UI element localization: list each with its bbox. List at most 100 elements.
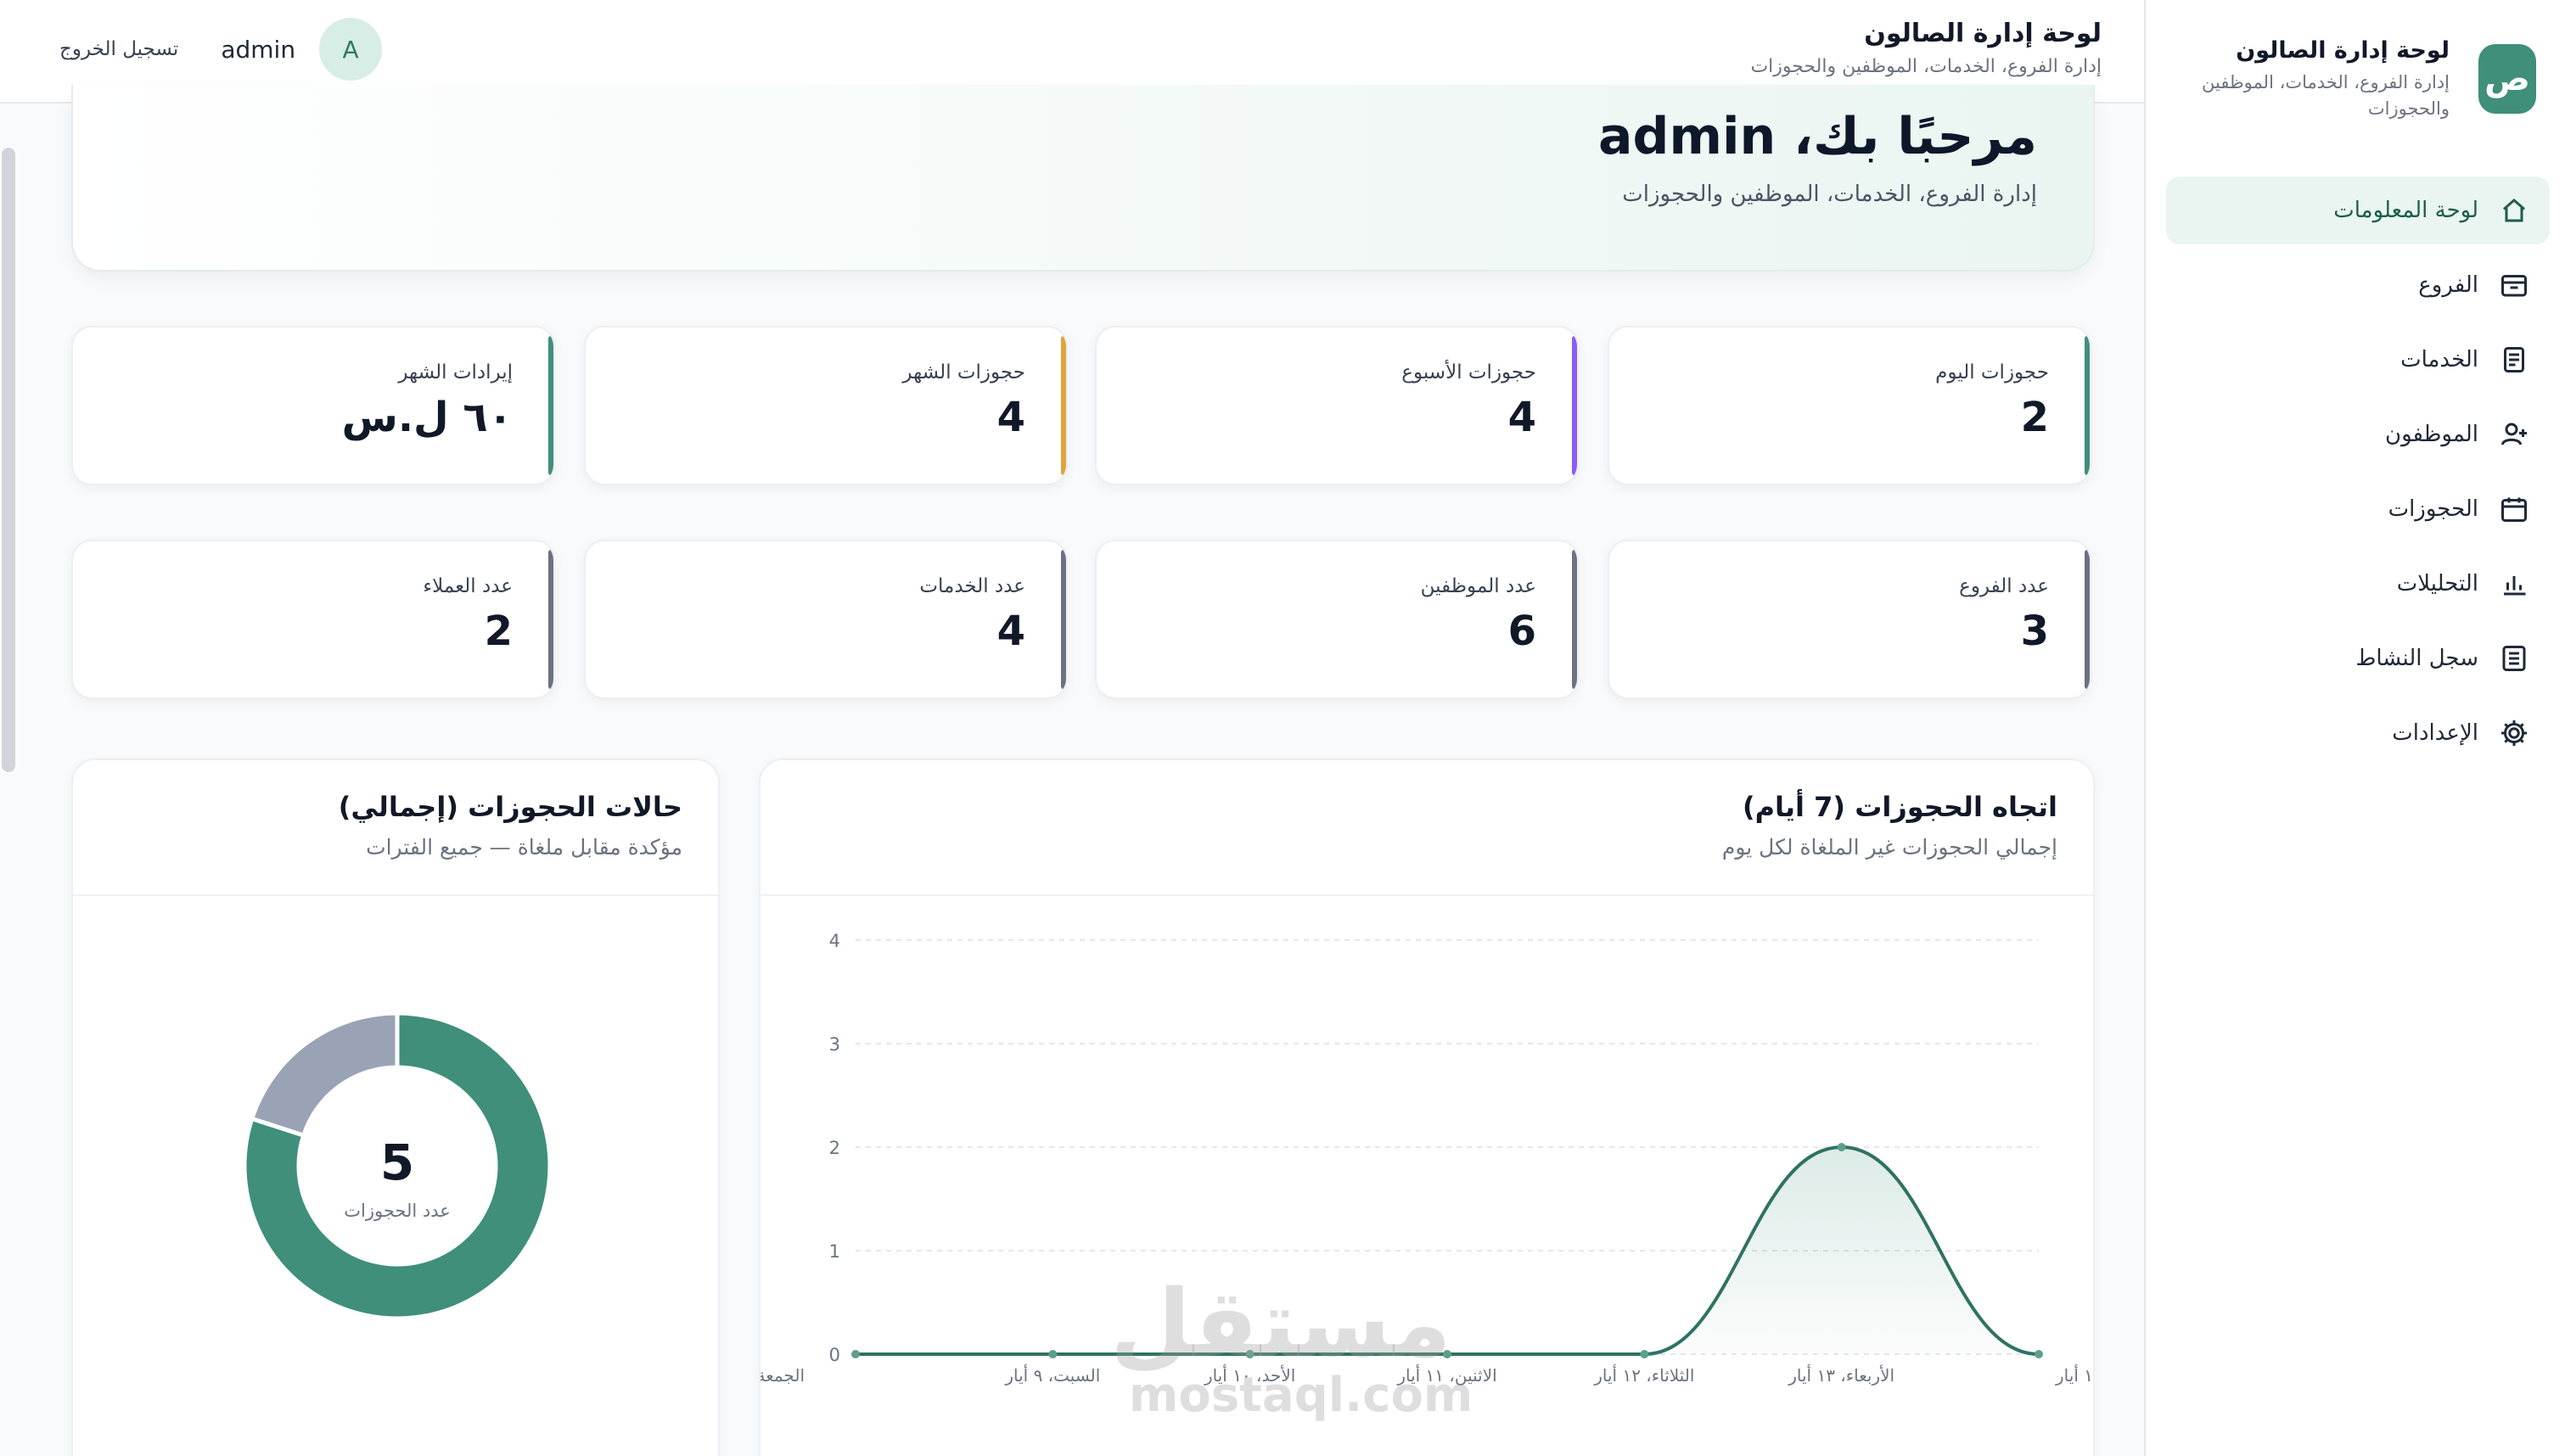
status-subtitle: مؤكدة مقابل ملغاة — جميع الفترات xyxy=(366,835,682,860)
y-tick-label: 2 xyxy=(829,1138,840,1158)
header-subtitle: إدارة الفروع، الخدمات، الموظفين والحجوزا… xyxy=(1750,56,2102,77)
gear-icon xyxy=(2497,716,2531,750)
sidebar-item-label: سجل النشاط xyxy=(2355,646,2478,671)
stat-value: 3 xyxy=(2020,608,2049,655)
stat-value: 4 xyxy=(996,394,1025,441)
sidebar-item-7[interactable]: الإعدادات xyxy=(2166,699,2550,767)
card-accent xyxy=(548,336,553,475)
sidebar-item-0[interactable]: لوحة المعلومات xyxy=(2166,176,2550,244)
bar-chart-icon xyxy=(2497,567,2531,601)
trend-subtitle: إجمالي الحجوزات غير الملغاة لكل يوم xyxy=(1721,835,2057,860)
stat-card: عدد الفروع 3 xyxy=(1608,540,2091,699)
stat-label: حجوزات اليوم xyxy=(1935,361,2049,384)
data-point xyxy=(1837,1143,1846,1151)
data-point xyxy=(851,1350,860,1358)
sidebar-nav: لوحة المعلومات الفروع الخدمات الموظفون الحجو… xyxy=(2166,176,2550,774)
card-accent xyxy=(548,550,553,689)
data-point xyxy=(1245,1350,1254,1358)
logout-button[interactable]: تسجيل الخروج xyxy=(59,38,178,60)
x-tick-label: الخميس، ١٤ أيار xyxy=(2055,1364,2095,1386)
sidebar-item-5[interactable]: التحليلات xyxy=(2166,550,2550,618)
sidebar-item-label: الخدمات xyxy=(2400,347,2478,372)
avatar[interactable]: A xyxy=(319,18,383,81)
sidebar-item-label: الإعدادات xyxy=(2392,720,2478,746)
stat-card: عدد الخدمات 4 xyxy=(584,540,1068,699)
stat-card: عدد الموظفين 6 xyxy=(1095,540,1579,699)
stat-value: 4 xyxy=(996,608,1025,655)
trend-title: اتجاه الحجوزات (7 أيام) xyxy=(1742,791,2057,823)
sidebar-item-3[interactable]: الموظفون xyxy=(2166,400,2550,468)
welcome-title: مرحبًا بك، admin xyxy=(1598,107,2037,166)
data-point xyxy=(1443,1350,1451,1358)
card-accent xyxy=(1061,336,1066,475)
calendar-icon xyxy=(2497,492,2531,526)
card-accent xyxy=(1572,550,1577,689)
list-icon xyxy=(2497,641,2531,675)
stat-label: عدد الفروع xyxy=(1959,575,2049,597)
stat-value: 2 xyxy=(484,608,513,655)
user-plus-icon xyxy=(2497,417,2531,451)
y-tick-label: 4 xyxy=(829,931,840,951)
stat-card: عدد العملاء 2 xyxy=(71,540,555,699)
stat-value: 2 xyxy=(2020,394,2049,441)
document-icon xyxy=(2497,343,2531,377)
card-accent xyxy=(1572,336,1577,475)
x-tick-label: الجمعة، ٨ أيار xyxy=(761,1364,805,1386)
y-tick-label: 0 xyxy=(829,1345,840,1365)
card-accent xyxy=(2085,336,2090,475)
stat-label: إيرادات الشهر xyxy=(398,361,513,384)
data-point xyxy=(1048,1350,1058,1358)
stat-label: عدد العملاء xyxy=(423,575,513,597)
stat-label: عدد الموظفين xyxy=(1420,575,1536,597)
stat-value: ٦٠ ل.س xyxy=(341,394,513,441)
home-icon xyxy=(2497,193,2531,227)
status-panel: حالات الحجوزات (إجمالي) مؤكدة مقابل ملغا… xyxy=(71,759,720,1456)
sidebar: ص لوحة إدارة الصالون إدارة الفروع، الخدم… xyxy=(2144,0,2565,1456)
sidebar-item-4[interactable]: الحجوزات xyxy=(2166,475,2550,543)
sidebar-item-1[interactable]: الفروع xyxy=(2166,251,2550,319)
status-donut-chart: 5 عدد الحجوزات xyxy=(242,1011,553,1321)
trend-panel-header: اتجاه الحجوزات (7 أيام) إجمالي الحجوزات … xyxy=(761,760,2093,896)
x-tick-label: الأربعاء، ١٣ أيار xyxy=(1788,1364,1894,1386)
card-accent xyxy=(1061,550,1066,689)
user-area: تسجيل الخروج admin A xyxy=(59,17,383,81)
donut-slice[interactable] xyxy=(249,1011,400,1139)
stat-card: إيرادات الشهر ٦٠ ل.س xyxy=(71,326,555,485)
donut-center-value: 5 xyxy=(380,1134,414,1191)
brand-title: لوحة إدارة الصالون xyxy=(2236,37,2450,64)
stat-value: 4 xyxy=(1507,394,1536,441)
y-tick-label: 3 xyxy=(829,1034,840,1055)
trend-panel: اتجاه الحجوزات (7 أيام) إجمالي الحجوزات … xyxy=(759,759,2095,1456)
sidebar-item-label: الحجوزات xyxy=(2388,496,2478,522)
sidebar-item-2[interactable]: الخدمات xyxy=(2166,326,2550,394)
donut-center-label: عدد الحجوزات xyxy=(344,1201,451,1221)
trend-chart: 0 1 2 3 4 الجمعة، ٨ أيار السبت، ٩ أيار الأحد، ١… xyxy=(761,931,2095,1386)
brand-subtitle: إدارة الفروع، الخدمات، الموظفين والحجوزا… xyxy=(2202,72,2450,119)
data-point xyxy=(1640,1350,1649,1358)
welcome-subtitle: إدارة الفروع، الخدمات، الموظفين والحجوزا… xyxy=(1622,182,2037,207)
page-scrollbar[interactable] xyxy=(0,105,19,1456)
brand-logo: ص xyxy=(2478,44,2536,114)
status-panel-header: حالات الحجوزات (إجمالي) مؤكدة مقابل ملغا… xyxy=(73,760,718,896)
sidebar-brand: ص لوحة إدارة الصالون إدارة الفروع، الخدم… xyxy=(2180,32,2536,126)
header-title: لوحة إدارة الصالون xyxy=(1864,19,2102,48)
status-title: حالات الحجوزات (إجمالي) xyxy=(338,791,682,823)
stat-card: حجوزات الشهر 4 xyxy=(584,326,1068,485)
sidebar-item-label: لوحة المعلومات xyxy=(2333,198,2478,223)
x-tick-label: الثلاثاء، ١٢ أيار xyxy=(1593,1364,1694,1386)
sidebar-item-6[interactable]: سجل النشاط xyxy=(2166,624,2550,692)
stat-card: حجوزات الأسبوع 4 xyxy=(1095,326,1579,485)
username: admin xyxy=(221,35,296,64)
scrollbar-thumb[interactable] xyxy=(2,148,15,772)
card-accent xyxy=(2085,550,2090,689)
stat-label: عدد الخدمات xyxy=(919,575,1025,597)
data-point xyxy=(2035,1350,2043,1358)
stat-label: حجوزات الشهر xyxy=(902,361,1025,384)
y-tick-label: 1 xyxy=(829,1241,840,1262)
x-tick-label: الأحد، ١٠ أيار xyxy=(1204,1364,1295,1386)
stat-card: حجوزات اليوم 2 xyxy=(1608,326,2091,485)
stat-value: 6 xyxy=(1507,608,1536,655)
stat-label: حجوزات الأسبوع xyxy=(1401,361,1536,384)
sidebar-item-label: الفروع xyxy=(2418,272,2478,298)
welcome-banner: مرحبًا بك، admin إدارة الفروع، الخدمات، … xyxy=(71,85,2095,272)
